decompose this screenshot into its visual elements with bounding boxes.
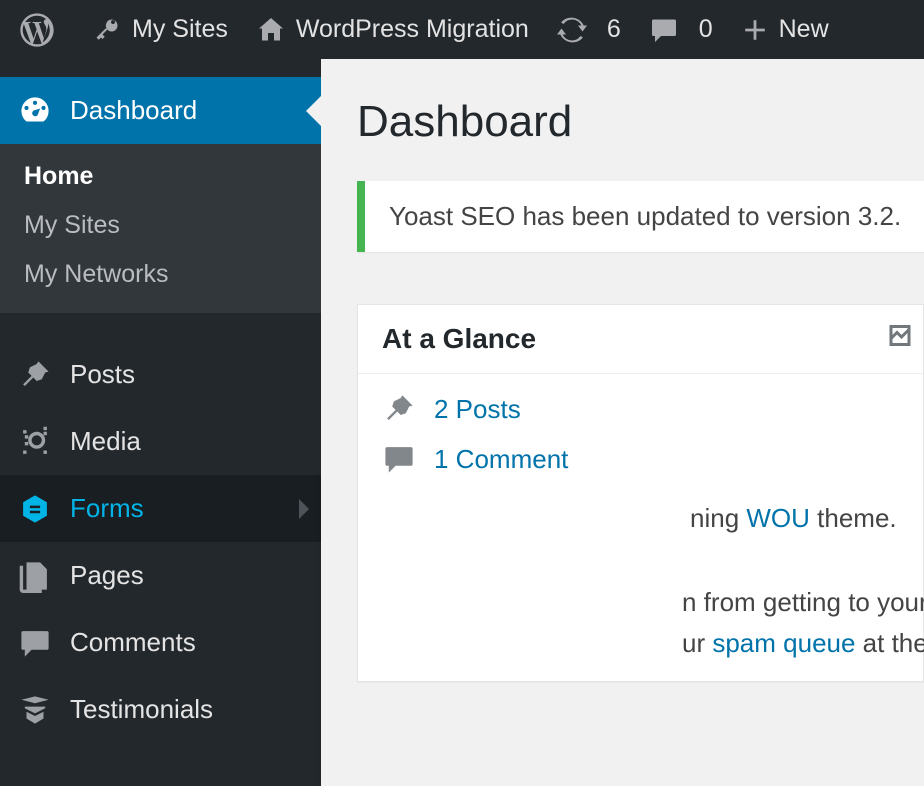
sidebar-item-comments[interactable]: Comments xyxy=(0,609,321,676)
update-notice: Yoast SEO has been updated to version 3.… xyxy=(357,181,924,252)
text-fragment: theme. xyxy=(810,503,897,533)
sidebar-sub-home[interactable]: Home xyxy=(0,152,321,201)
sidebar-sub-my-sites[interactable]: My Sites xyxy=(0,201,321,250)
sidebar-item-media[interactable]: Media xyxy=(0,408,321,475)
notice-text: Yoast SEO has been updated to version 3.… xyxy=(389,201,901,231)
comment-icon xyxy=(649,15,679,45)
glance-comments-link[interactable]: 1 Comment xyxy=(434,444,568,475)
glance-posts-row: 2 Posts xyxy=(382,392,899,426)
sidebar-item-testimonials[interactable]: Testimonials xyxy=(0,676,321,743)
theme-link[interactable]: WOU xyxy=(746,503,810,533)
update-icon xyxy=(557,15,587,45)
spam-queue-link[interactable]: spam queue xyxy=(712,628,855,658)
sidebar-item-label: Testimonials xyxy=(70,694,213,725)
sidebar-sub-my-networks[interactable]: My Networks xyxy=(0,250,321,299)
testimonials-icon xyxy=(18,693,52,727)
content-area: Dashboard Yoast SEO has been updated to … xyxy=(321,59,924,786)
home-icon xyxy=(256,15,286,45)
pin-icon xyxy=(382,392,416,426)
panel-body: 2 Posts 1 Comment ning WOU theme. n from… xyxy=(358,374,923,681)
sidebar-item-label: Posts xyxy=(70,359,135,390)
pin-icon xyxy=(18,358,52,392)
admin-sidebar: Dashboard Home My Sites My Networks Post… xyxy=(0,59,321,786)
sidebar-item-label: Dashboard xyxy=(70,95,197,126)
glance-comments-row: 1 Comment xyxy=(382,442,899,476)
admin-toolbar: My Sites WordPress Migration 6 0 New xyxy=(0,0,924,59)
panel-toggle-icon xyxy=(885,321,915,351)
sidebar-item-forms[interactable]: Forms Forms New Form Entries Settings Im… xyxy=(0,475,321,542)
toolbar-comments[interactable]: 0 xyxy=(635,0,727,59)
toolbar-site-name-label: WordPress Migration xyxy=(296,15,529,44)
comment-icon xyxy=(382,442,416,476)
page-title: Dashboard xyxy=(357,97,924,147)
glance-posts-link[interactable]: 2 Posts xyxy=(434,394,521,425)
text-fragment: at the m xyxy=(855,628,924,658)
panel-toggle[interactable] xyxy=(885,321,915,358)
theme-line: ning WOU theme. xyxy=(690,498,899,538)
spam-line: n from getting to your bl ur spam queue … xyxy=(682,582,899,663)
plus-icon xyxy=(741,16,769,44)
panel-title: At a Glance xyxy=(382,323,536,354)
at-a-glance-panel: At a Glance 2 Posts 1 Comment ning WOU t… xyxy=(357,304,924,682)
toolbar-site-name[interactable]: WordPress Migration xyxy=(242,0,543,59)
sidebar-item-label: Forms xyxy=(70,493,144,524)
pages-icon xyxy=(18,559,52,593)
sidebar-item-dashboard[interactable]: Dashboard xyxy=(0,77,321,144)
media-icon xyxy=(18,425,52,459)
toolbar-comments-count: 0 xyxy=(699,15,713,44)
sidebar-item-pages[interactable]: Pages xyxy=(0,542,321,609)
admin-key-icon xyxy=(92,15,122,45)
sidebar-item-label: Pages xyxy=(70,560,144,591)
sidebar-dashboard-submenu: Home My Sites My Networks xyxy=(0,144,321,313)
panel-heading[interactable]: At a Glance xyxy=(358,305,923,374)
text-fragment: ning xyxy=(690,503,746,533)
forms-icon xyxy=(18,492,52,526)
sidebar-item-posts[interactable]: Posts xyxy=(0,341,321,408)
sidebar-item-label: Media xyxy=(70,426,141,457)
dashboard-icon xyxy=(18,94,52,128)
toolbar-my-sites-label: My Sites xyxy=(132,15,228,44)
comments-icon xyxy=(18,626,52,660)
wp-logo-menu[interactable] xyxy=(6,0,78,59)
toolbar-new-label: New xyxy=(779,15,829,44)
wordpress-icon xyxy=(20,13,54,47)
toolbar-updates[interactable]: 6 xyxy=(543,0,635,59)
toolbar-my-sites[interactable]: My Sites xyxy=(78,0,242,59)
toolbar-new[interactable]: New xyxy=(727,0,843,59)
text-fragment: ur xyxy=(682,628,712,658)
text-fragment: n from getting to your bl xyxy=(682,587,924,617)
toolbar-updates-count: 6 xyxy=(607,15,621,44)
sidebar-item-label: Comments xyxy=(70,627,196,658)
